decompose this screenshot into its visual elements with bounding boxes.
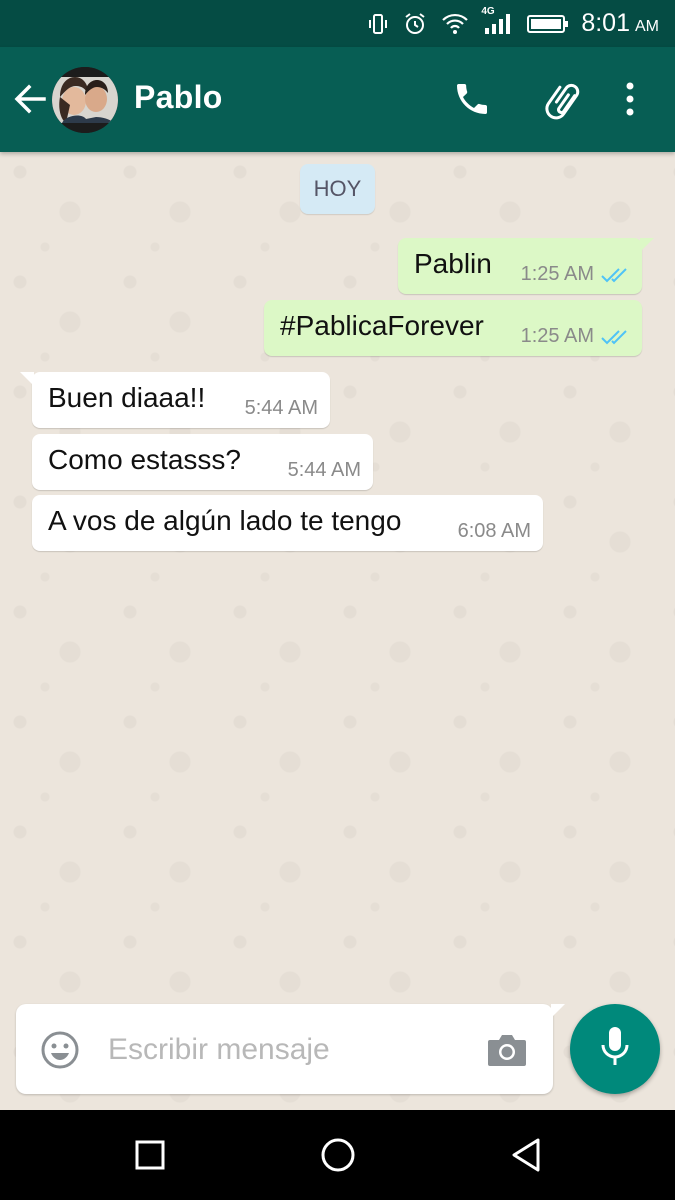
mic-icon — [598, 1025, 632, 1074]
double-check-read-icon — [600, 266, 630, 284]
status-ampm: AM — [635, 17, 659, 35]
status-time: 8:01 — [581, 9, 630, 37]
recents-button[interactable] — [130, 1135, 170, 1175]
back-button[interactable] — [12, 81, 48, 117]
phone-icon — [452, 84, 492, 123]
more-vert-icon — [618, 82, 642, 123]
chat-messages-area[interactable]: HOY Pablin 1:25 AM #PablicaForever 1:25 … — [0, 152, 675, 1110]
vibrate-icon — [367, 13, 389, 35]
message-time: 1:25 AM — [520, 263, 594, 285]
signal-icon: 4G — [481, 6, 513, 36]
message-bubble-outgoing[interactable]: Pablin 1:25 AM — [398, 238, 654, 294]
message-text: A vos de algún lado te tengo — [48, 505, 402, 536]
wifi-icon — [441, 13, 469, 35]
avatar[interactable] — [52, 67, 118, 133]
message-text: Como estasss? — [48, 444, 241, 475]
voice-record-button[interactable] — [570, 1004, 660, 1094]
message-input[interactable] — [106, 1024, 480, 1076]
double-check-read-icon — [600, 328, 630, 346]
message-composer — [16, 1004, 565, 1094]
date-separator: HOY — [300, 164, 375, 214]
battery-icon — [527, 14, 569, 34]
message-bubble-incoming[interactable]: Buen diaaa!! 5:44 AM — [20, 372, 330, 428]
chat-header: Pablo — [0, 47, 675, 152]
camera-icon — [486, 1035, 528, 1072]
message-bubble-outgoing[interactable]: #PablicaForever 1:25 AM — [264, 300, 642, 356]
emoji-button[interactable] — [40, 1030, 80, 1070]
recents-icon — [130, 1140, 170, 1179]
back-arrow-icon — [12, 84, 48, 121]
emoji-icon — [40, 1031, 80, 1074]
message-time: 5:44 AM — [244, 397, 318, 419]
attach-button[interactable] — [540, 77, 584, 121]
camera-button[interactable] — [486, 1032, 528, 1068]
nav-back-button[interactable] — [506, 1135, 546, 1175]
message-time: 5:44 AM — [287, 459, 361, 481]
status-bar: 4G 8:01 AM — [0, 0, 675, 47]
message-text: #PablicaForever — [280, 310, 484, 341]
contact-name[interactable]: Pablo — [134, 79, 223, 116]
more-options-button[interactable] — [618, 79, 642, 119]
paperclip-icon — [540, 83, 584, 125]
message-time: 1:25 AM — [520, 325, 594, 347]
alarm-icon — [403, 12, 427, 36]
message-text: Pablin — [414, 248, 492, 279]
home-icon — [318, 1138, 358, 1179]
back-icon — [506, 1138, 546, 1179]
network-type-label: 4G — [481, 5, 495, 17]
system-nav-bar — [0, 1110, 675, 1200]
message-text: Buen diaaa!! — [48, 382, 206, 413]
home-button[interactable] — [318, 1135, 358, 1175]
message-bubble-incoming[interactable]: Como estasss? 5:44 AM — [32, 434, 373, 490]
call-button[interactable] — [452, 79, 492, 119]
message-time: 6:08 AM — [457, 520, 531, 542]
message-bubble-incoming[interactable]: A vos de algún lado te tengo 6:08 AM — [32, 495, 543, 551]
